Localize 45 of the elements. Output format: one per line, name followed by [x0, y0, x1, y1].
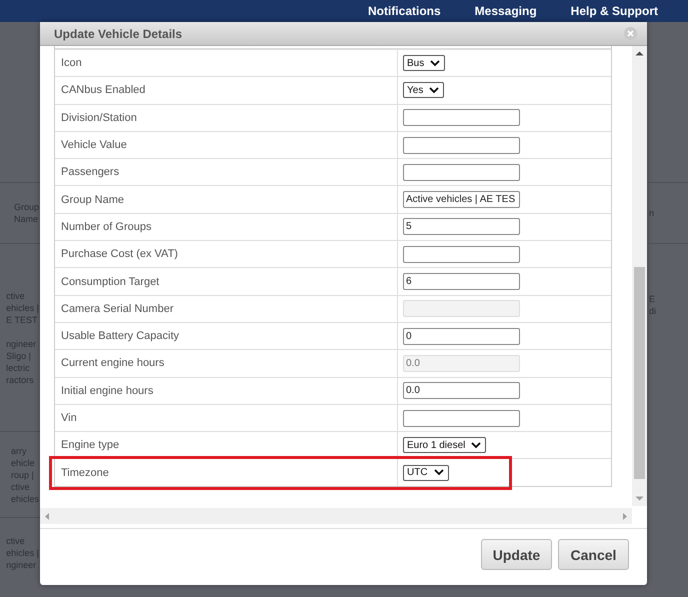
field-label: Vin — [61, 412, 77, 424]
field-label: Engine type — [61, 439, 120, 452]
input-field[interactable]: Active vehicles | AE TES — [403, 191, 520, 208]
input-field[interactable] — [403, 109, 520, 126]
field-label: Group Name — [61, 194, 124, 206]
field-label: Number of Groups — [61, 220, 152, 233]
nav-link[interactable]: Notifications — [368, 4, 441, 18]
input-field[interactable]: 6 — [403, 273, 520, 290]
field-label: Passengers — [61, 166, 120, 178]
field-label: CANbus Enabled — [61, 84, 146, 96]
dropdown[interactable]: Bus — [403, 55, 446, 72]
field-label: Icon — [61, 57, 82, 70]
dropdown[interactable]: Euro 1 diesel — [403, 437, 486, 454]
caret-icon — [430, 60, 440, 67]
field-label: Purchase Cost (ex VAT) — [61, 248, 178, 260]
input-field[interactable] — [403, 246, 520, 263]
horizontal-scrollbar[interactable] — [40, 508, 632, 524]
dropdown[interactable]: Yes — [403, 82, 444, 98]
field-label: Consumption Target — [61, 276, 160, 288]
field-label: Usable Battery Capacity — [61, 330, 179, 342]
caret-icon — [434, 469, 444, 476]
vertical-scrollbar[interactable] — [632, 46, 647, 506]
scroll-thumb[interactable] — [634, 267, 645, 479]
close-icon[interactable] — [624, 27, 637, 40]
input-field: 0.0 — [403, 354, 520, 372]
input-field[interactable] — [403, 410, 520, 426]
field-label: Vehicle Value — [61, 139, 127, 152]
dialog-title: Update Vehicle Details — [54, 26, 182, 40]
dropdown[interactable]: UTC — [403, 464, 449, 481]
input-field[interactable] — [403, 136, 520, 154]
field-label: Camera Serial Number — [61, 302, 174, 315]
field-label: Current engine hours — [61, 357, 164, 370]
field-label: Timezone — [61, 466, 109, 479]
caret-icon — [429, 86, 440, 94]
update-button[interactable]: Update — [481, 539, 552, 570]
nav-link[interactable]: Messaging — [474, 4, 537, 18]
caret-icon — [471, 442, 482, 449]
cancel-button[interactable]: Cancel — [558, 539, 629, 570]
input-field[interactable] — [403, 164, 520, 181]
input-field[interactable]: 5 — [403, 218, 520, 236]
field-label: Initial engine hours — [61, 384, 154, 397]
input-field[interactable]: 0.0 — [403, 382, 520, 400]
input-field[interactable]: 0 — [403, 328, 520, 345]
nav-link[interactable]: Help & Support — [570, 4, 658, 18]
field-label: Division/Station — [61, 112, 137, 124]
